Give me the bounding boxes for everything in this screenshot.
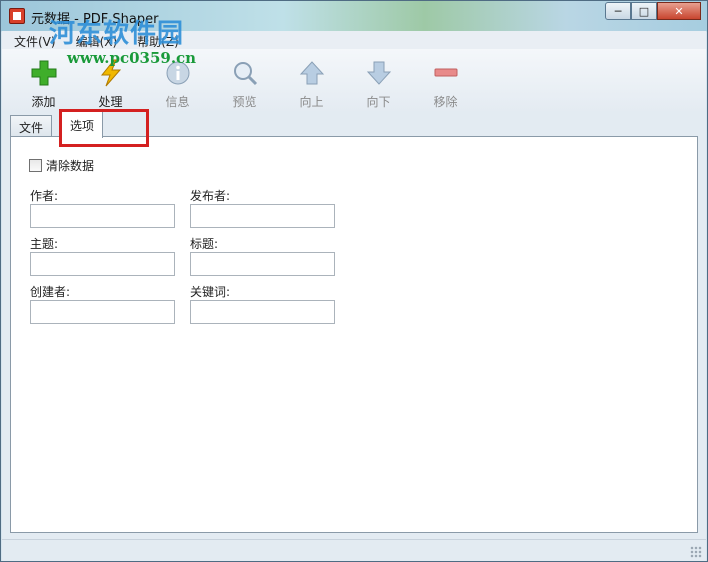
keywords-label: 关键词:: [190, 285, 231, 299]
subject-label: 主题:: [30, 237, 59, 251]
arrow-down-icon: [365, 59, 393, 87]
clear-data-row[interactable]: 清除数据: [29, 157, 94, 174]
options-panel: 清除数据 作者: 发布者: 主题: 标题: 创建者: 关键词:: [10, 136, 698, 533]
creator-label: 创建者:: [30, 285, 71, 299]
creator-field[interactable]: [30, 300, 175, 324]
remove-label: 移除: [433, 95, 458, 109]
move-down-label: 向下: [366, 95, 391, 109]
close-button[interactable]: ✕: [657, 2, 701, 20]
add-label: 添加: [31, 95, 56, 109]
title-field[interactable]: [190, 252, 335, 276]
watermark-logo: 河东软件园: [49, 19, 185, 49]
info-label: 信息: [165, 95, 190, 109]
tab-file[interactable]: 文件: [10, 115, 53, 137]
clear-data-label: 清除数据: [46, 159, 95, 173]
move-up-button[interactable]: 向上: [278, 49, 345, 111]
preview-button[interactable]: 预览: [211, 49, 278, 111]
options-tab-highlight: [59, 109, 149, 147]
main-window: 元数据 - PDF Shaper ─ □ ✕ 文件(V) 编辑(X) 帮助(Z)…: [0, 0, 708, 562]
watermark-url: www.pc0359.cn: [67, 49, 197, 67]
move-up-label: 向上: [299, 95, 324, 109]
author-label: 作者:: [30, 189, 59, 203]
keywords-field[interactable]: [190, 300, 335, 324]
title-label: 标题:: [190, 237, 219, 251]
minimize-button[interactable]: ─: [605, 2, 631, 20]
move-down-button[interactable]: 向下: [345, 49, 412, 111]
arrow-up-icon: [298, 59, 326, 87]
subject-field[interactable]: [30, 252, 175, 276]
tab-area: 文件 选项 清除数据 作者: 发布者: 主题: 标题: 创建者: 关键词:: [2, 111, 706, 561]
publisher-field[interactable]: [190, 204, 335, 228]
maximize-button[interactable]: □: [631, 2, 657, 20]
process-label: 处理: [98, 95, 123, 109]
magnifier-icon: [231, 59, 259, 87]
resize-grip-icon[interactable]: [690, 546, 702, 558]
preview-label: 预览: [232, 95, 257, 109]
minus-icon: [432, 59, 460, 87]
remove-button[interactable]: 移除: [412, 49, 479, 111]
status-bar: [2, 539, 706, 561]
clear-data-checkbox[interactable]: [29, 159, 42, 172]
author-field[interactable]: [30, 204, 175, 228]
app-icon: [9, 8, 25, 24]
plus-icon: [30, 59, 58, 87]
window-controls: ─ □ ✕: [605, 2, 701, 20]
publisher-label: 发布者:: [190, 189, 231, 203]
